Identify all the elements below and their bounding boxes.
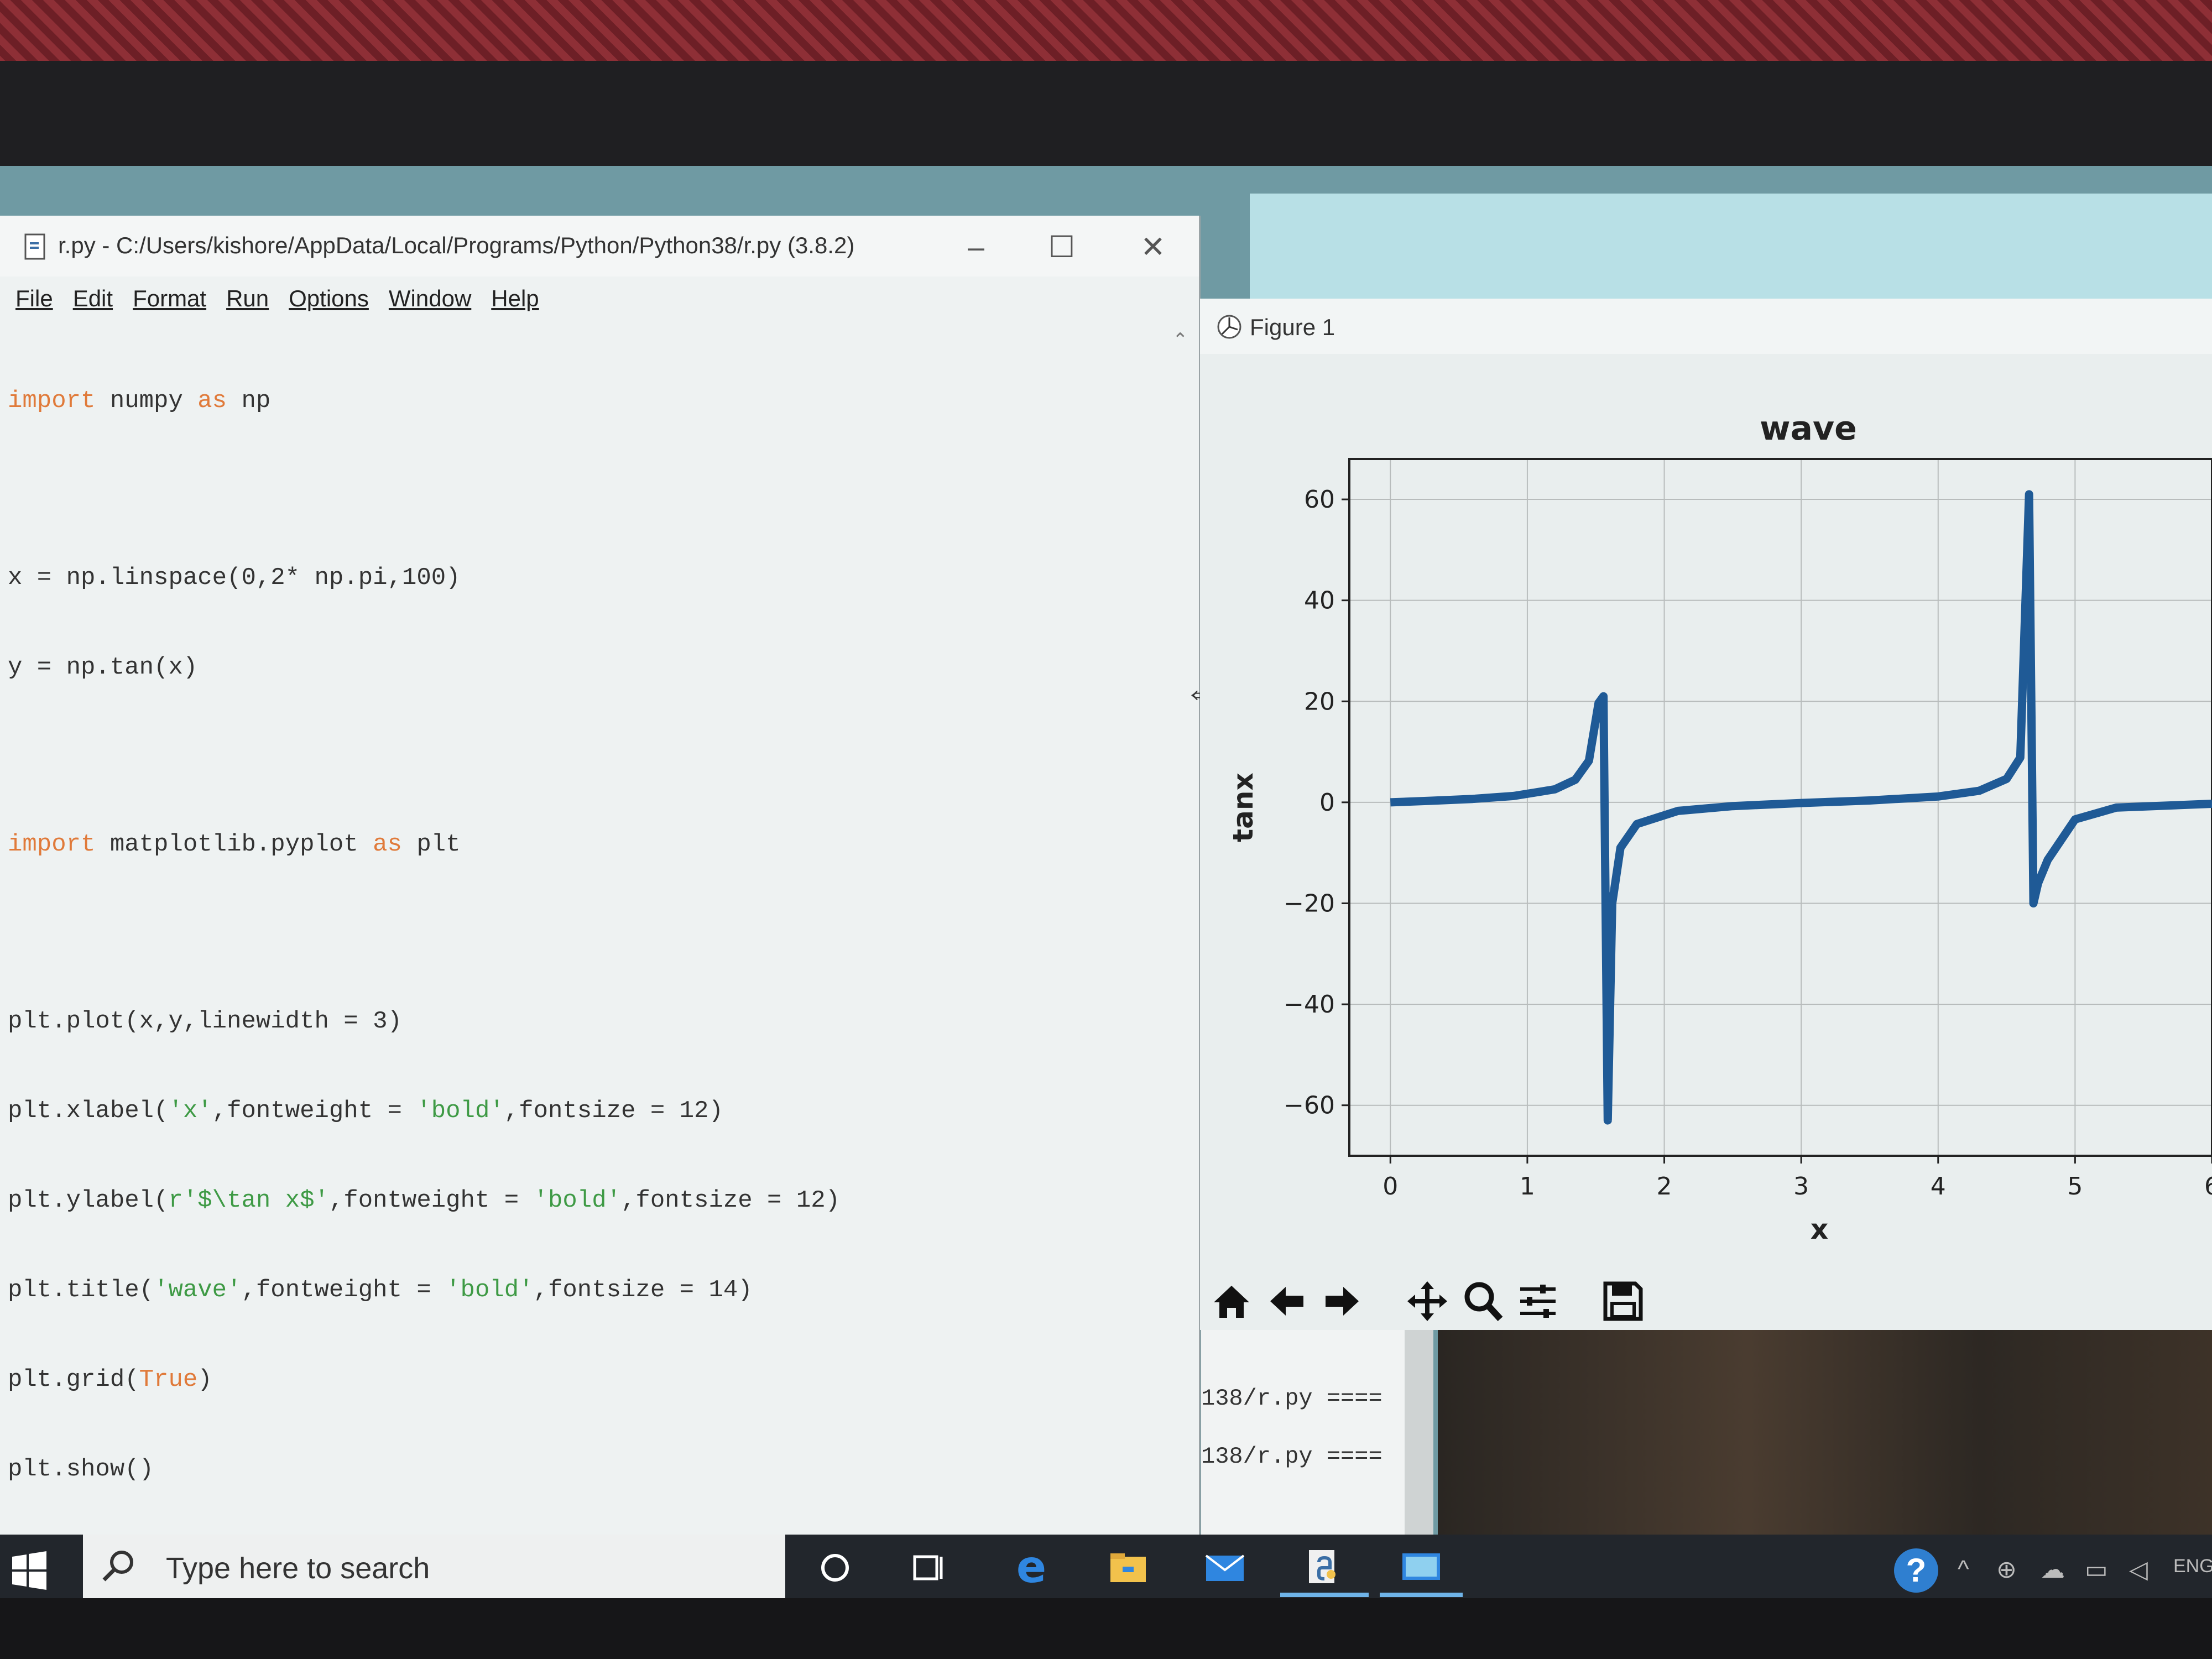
- task-view-icon[interactable]: [907, 1546, 951, 1590]
- svg-text:e: e: [1016, 1546, 1046, 1590]
- taskbar-search-box[interactable]: Type here to search: [83, 1535, 785, 1598]
- x-tick-label: 2: [1657, 1172, 1672, 1201]
- back-button[interactable]: [1263, 1277, 1311, 1325]
- figure-title: Figure 1: [1250, 314, 1335, 340]
- zoom-button[interactable]: [1459, 1277, 1506, 1325]
- x-tick-label: 5: [2067, 1172, 2083, 1201]
- editor-menu-bar: File Edit Format Run Options Window Help: [0, 276, 1199, 321]
- python-file-icon: [24, 233, 45, 260]
- tray-chevron-icon[interactable]: ^: [1958, 1556, 1969, 1583]
- code-line: plt.title('wave',fontweight = 'bold',fon…: [8, 1276, 753, 1304]
- code-line: import matplotlib.pyplot as plt: [8, 831, 461, 858]
- pan-button[interactable]: [1404, 1277, 1451, 1325]
- background-window: [1250, 194, 2212, 310]
- x-axis-label: x: [1811, 1213, 1828, 1245]
- y-tick-label: 0: [1319, 789, 1335, 817]
- cloud-icon[interactable]: ☁: [2041, 1556, 2065, 1584]
- minimize-button[interactable]: –: [957, 228, 995, 267]
- battery-icon[interactable]: ▭: [2085, 1556, 2108, 1584]
- configure-icon: [1520, 1284, 1556, 1318]
- active-app-indicator: [1280, 1593, 1369, 1597]
- zoom-icon: [1464, 1282, 1503, 1321]
- menu-window[interactable]: Window: [389, 285, 471, 312]
- language-indicator[interactable]: ENG: [2173, 1556, 2212, 1577]
- volume-icon[interactable]: ◁: [2129, 1556, 2148, 1584]
- search-icon: [102, 1551, 133, 1582]
- figure-title-bar[interactable]: Figure 1: [1200, 299, 2212, 354]
- matplotlib-figure-taskbar-icon[interactable]: [1399, 1546, 1443, 1590]
- y-tick-label: 20: [1304, 687, 1335, 716]
- menu-format[interactable]: Format: [133, 285, 206, 312]
- home-button[interactable]: [1208, 1277, 1255, 1325]
- help-icon[interactable]: ?: [1894, 1548, 1938, 1593]
- x-tick-label: 4: [1931, 1172, 1946, 1201]
- python-idle-icon[interactable]: [1302, 1546, 1347, 1590]
- y-tick-label: −60: [1284, 1092, 1335, 1120]
- menu-help[interactable]: Help: [491, 285, 539, 312]
- idle-editor-window: r.py - C:/Users/kishore/AppData/Local/Pr…: [0, 216, 1201, 1535]
- scroll-up-arrow[interactable]: ⌃: [1172, 329, 1194, 351]
- x-tick-label: 6: [2204, 1172, 2212, 1201]
- shell-line: 138/r.py ====: [1201, 1443, 1383, 1470]
- edge-browser-icon[interactable]: e: [1009, 1546, 1053, 1590]
- code-line: plt.grid(True): [8, 1366, 212, 1394]
- search-placeholder: Type here to search: [166, 1552, 430, 1585]
- menu-file[interactable]: File: [15, 285, 53, 312]
- save-button[interactable]: [1599, 1277, 1647, 1325]
- menu-run[interactable]: Run: [226, 285, 269, 312]
- forward-button[interactable]: [1318, 1277, 1366, 1325]
- code-line: plt.plot(x,y,linewidth = 3): [8, 1008, 402, 1035]
- forward-icon: [1326, 1286, 1359, 1316]
- code-line: x = np.linspace(0,2* np.pi,100): [8, 564, 461, 592]
- y-tick-label: 40: [1304, 587, 1335, 615]
- cortana-icon[interactable]: [813, 1546, 857, 1590]
- pan-icon: [1407, 1281, 1447, 1321]
- y-tick-label: −20: [1284, 889, 1335, 917]
- editor-title-bar[interactable]: r.py - C:/Users/kishore/AppData/Local/Pr…: [0, 216, 1199, 276]
- shell-line: 138/r.py ====: [1201, 1385, 1383, 1412]
- desktop-wallpaper: [1438, 1330, 2212, 1535]
- maximize-button[interactable]: ☐: [1042, 228, 1081, 267]
- x-tick-label: 3: [1793, 1172, 1809, 1201]
- figure-window: Figure 1 wave 0 1 2 3 4 5 6 60 40 20 0 −20 −40 −60 x …: [1200, 299, 2212, 1330]
- code-line: y = np.tan(x): [8, 654, 198, 681]
- menu-edit[interactable]: Edit: [73, 285, 113, 312]
- figure-toolbar: [1200, 1272, 2212, 1330]
- configure-button[interactable]: [1514, 1277, 1562, 1325]
- code-editor[interactable]: import numpy as np x = np.linspace(0,2* …: [8, 326, 1169, 1488]
- chart-title: wave: [1760, 409, 1857, 448]
- home-icon: [1214, 1285, 1249, 1318]
- matplotlib-icon: [1217, 315, 1241, 339]
- y-tick-label: −40: [1284, 990, 1335, 1019]
- save-icon: [1603, 1281, 1643, 1321]
- active-app-indicator: [1380, 1593, 1463, 1597]
- code-line: plt.ylabel(r'$\tan x$',fontweight = 'bol…: [8, 1187, 841, 1214]
- network-globe-icon[interactable]: ⊕: [1996, 1556, 2017, 1584]
- menu-options[interactable]: Options: [289, 285, 369, 312]
- code-line: plt.show(): [8, 1455, 154, 1483]
- x-tick-label: 1: [1520, 1172, 1535, 1201]
- tan-plot: wave 0 1 2 3 4 5 6 60 40 20 0 −20 −40 −60 x tanx: [1227, 409, 2212, 1245]
- windows-start-icon[interactable]: [10, 1551, 49, 1590]
- y-tick-label: 60: [1304, 486, 1335, 514]
- axis-ticks: 0 1 2 3 4 5 6 60 40 20 0 −20 −40 −60: [1284, 486, 2212, 1201]
- mail-icon[interactable]: [1203, 1546, 1247, 1590]
- python-shell-window: 138/r.py ==== 138/r.py ====: [1201, 1330, 1433, 1535]
- editor-title: r.py - C:/Users/kishore/AppData/Local/Pr…: [58, 232, 855, 258]
- y-axis-label: tanx: [1227, 773, 1259, 842]
- close-button[interactable]: ✕: [1134, 228, 1172, 267]
- x-tick-label: 0: [1383, 1172, 1398, 1201]
- laptop-bezel-bottom: [0, 1598, 2212, 1659]
- code-line: import numpy as np: [8, 387, 271, 415]
- file-explorer-icon[interactable]: [1106, 1546, 1150, 1590]
- taskbar: Type here to search e ^ ⊕ ☁ ▭ ◁ ENG: [0, 1535, 2212, 1598]
- shell-scrollbar[interactable]: [1405, 1330, 1433, 1535]
- code-line: plt.xlabel('x',fontweight = 'bold',fonts…: [8, 1097, 723, 1125]
- back-icon: [1270, 1286, 1303, 1316]
